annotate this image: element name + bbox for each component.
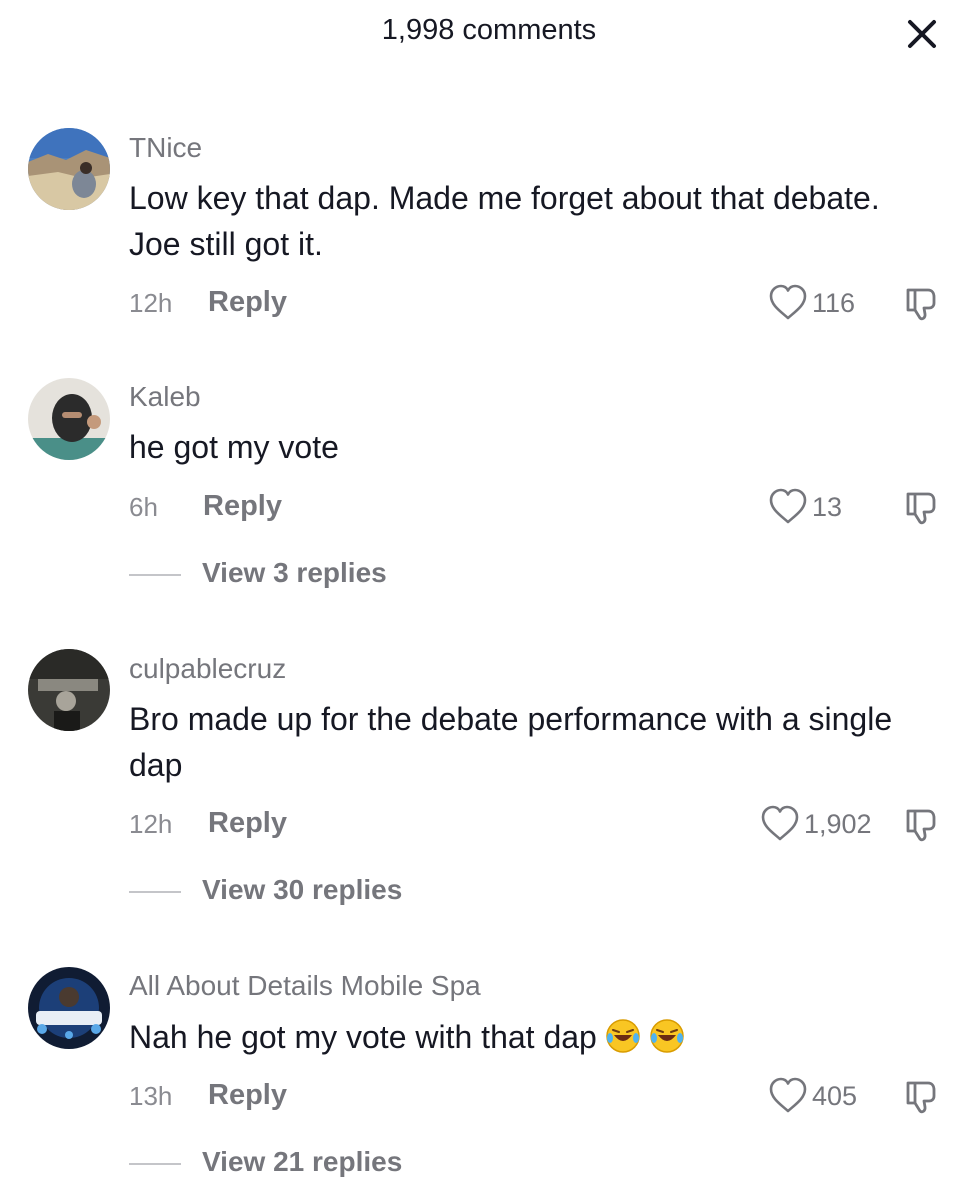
avatar[interactable] <box>28 378 110 460</box>
comment-timestamp: 12h <box>129 288 173 318</box>
comment-text: he got my vote <box>129 429 339 465</box>
reply-button[interactable]: Reply <box>203 490 282 523</box>
comment-text: Nah he got my vote with that dap <box>129 1014 919 1060</box>
thumbs-down-icon <box>906 1081 936 1114</box>
comment-text: Bro made up for the debate performance w… <box>129 701 893 783</box>
rofl-emoji-icon <box>650 1019 684 1053</box>
reply-button[interactable]: Reply <box>208 286 287 319</box>
heart-icon <box>769 1077 807 1113</box>
like-button[interactable]: 1,902 <box>760 804 880 844</box>
view-replies-button[interactable]: View 30 replies <box>129 874 429 910</box>
heart-icon <box>769 488 807 524</box>
dislike-button[interactable] <box>902 804 942 844</box>
view-replies-button[interactable]: View 21 replies <box>129 1146 429 1182</box>
divider-line <box>129 891 181 893</box>
like-count: 116 <box>812 288 856 318</box>
view-replies-label: View 3 replies <box>202 557 387 588</box>
avatar[interactable] <box>28 128 110 210</box>
comments-count-title: 1,998 comments <box>381 14 597 46</box>
divider-line <box>129 1163 181 1165</box>
like-count: 1,902 <box>804 809 872 839</box>
thumbs-down-icon <box>906 288 936 321</box>
comment-timestamp: 13h <box>129 1081 173 1111</box>
like-count: 13 <box>812 492 843 522</box>
close-icon <box>908 20 936 48</box>
dislike-button[interactable] <box>902 487 942 527</box>
avatar[interactable] <box>28 649 110 731</box>
close-button[interactable] <box>902 14 942 54</box>
comment-username[interactable]: culpablecruz <box>129 653 286 685</box>
dislike-button[interactable] <box>902 283 942 323</box>
comment-username[interactable]: TNice <box>129 132 202 164</box>
heart-icon <box>769 284 807 320</box>
comment-timestamp: 12h <box>129 809 173 839</box>
divider-line <box>129 574 181 576</box>
reply-button[interactable]: Reply <box>208 1079 287 1112</box>
reply-button[interactable]: Reply <box>208 807 287 840</box>
like-count: 405 <box>812 1081 858 1111</box>
comment-username[interactable]: Kaleb <box>129 381 201 413</box>
like-button[interactable]: 116 <box>768 283 858 323</box>
view-replies-label: View 21 replies <box>202 1146 403 1177</box>
dislike-button[interactable] <box>902 1076 942 1116</box>
view-replies-button[interactable]: View 3 replies <box>129 557 419 593</box>
comment-timestamp: 6h <box>129 492 158 522</box>
view-replies-label: View 30 replies <box>202 874 403 905</box>
thumbs-down-icon <box>906 809 936 842</box>
thumbs-down-icon <box>906 492 936 525</box>
comment-text: Low key that dap. Made me forget about t… <box>129 180 880 262</box>
comment-text-body: Nah he got my vote with that dap <box>129 1019 597 1055</box>
rofl-emoji-icon <box>606 1019 640 1053</box>
comments-header: 1,998 comments <box>0 0 978 70</box>
like-button[interactable]: 405 <box>768 1076 868 1116</box>
avatar[interactable] <box>28 967 110 1049</box>
comment-username[interactable]: All About Details Mobile Spa <box>129 970 481 1002</box>
like-button[interactable]: 13 <box>768 487 848 527</box>
heart-icon <box>761 805 799 841</box>
